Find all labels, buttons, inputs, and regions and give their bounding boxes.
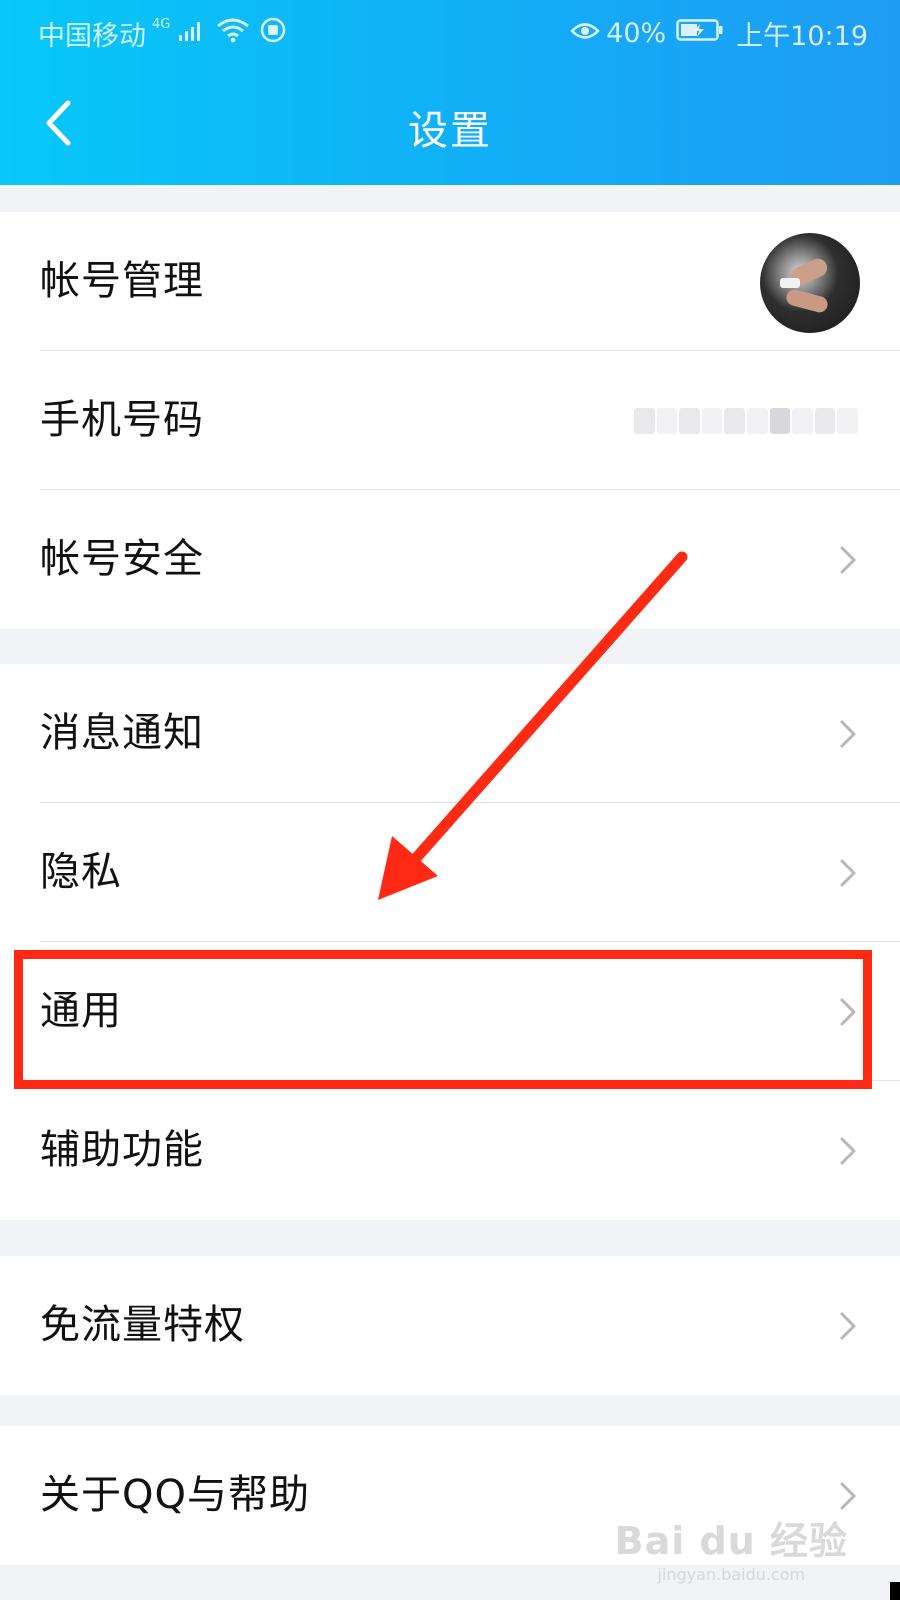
settings-item-account-management[interactable]: 帐号管理 bbox=[0, 212, 900, 351]
settings-item-label: 消息通知 bbox=[40, 710, 204, 756]
chevron-right-icon bbox=[840, 1137, 856, 1165]
chevron-right-icon bbox=[840, 1482, 856, 1510]
header: 中国移动 4G 40% 上午10:19 设置 bbox=[0, 0, 900, 185]
chevron-right-icon bbox=[840, 1312, 856, 1340]
chevron-right-icon bbox=[840, 859, 856, 887]
corner-mark bbox=[890, 1582, 900, 1600]
settings-item-accessibility[interactable]: 辅助功能 bbox=[0, 1081, 900, 1220]
settings-item-label: 关于QQ与帮助 bbox=[40, 1472, 310, 1518]
battery-percent: 40% bbox=[606, 18, 667, 49]
settings-item-label: 手机号码 bbox=[40, 397, 204, 443]
baidu-jingyan-watermark: Bai du 经验 jingyan.baidu.com bbox=[615, 1510, 848, 1584]
chevron-right-icon bbox=[840, 546, 856, 574]
clock: 上午10:19 bbox=[736, 21, 868, 52]
settings-item-message-notifications[interactable]: 消息通知 bbox=[0, 664, 900, 803]
navigation-bar: 设置 bbox=[0, 62, 900, 185]
avatar bbox=[760, 233, 860, 333]
settings-item-privacy[interactable]: 隐私 bbox=[0, 803, 900, 942]
network-type-label: 4G bbox=[152, 17, 171, 32]
settings-item-label: 隐私 bbox=[40, 849, 122, 895]
settings-item-label: 帐号管理 bbox=[40, 258, 204, 304]
signal-icon bbox=[178, 18, 204, 49]
data-privilege-group: 免流量特权 bbox=[0, 1256, 900, 1395]
notification-app-icon bbox=[260, 17, 286, 50]
chevron-right-icon bbox=[840, 998, 856, 1026]
settings-item-free-data-privilege[interactable]: 免流量特权 bbox=[0, 1256, 900, 1395]
eye-comfort-icon bbox=[570, 18, 600, 49]
settings-item-label: 帐号安全 bbox=[40, 536, 204, 582]
wifi-icon bbox=[216, 17, 250, 50]
carrier-label: 中国移动 bbox=[38, 21, 146, 52]
account-settings-group: 帐号管理 手机号码 帐号安全 bbox=[0, 212, 900, 629]
masked-phone-number bbox=[634, 408, 860, 434]
settings-item-phone-number[interactable]: 手机号码 bbox=[0, 351, 900, 490]
general-settings-group: 消息通知 隐私 通用 辅助功能 bbox=[0, 664, 900, 1220]
watermark-url: jingyan.baidu.com bbox=[657, 1565, 806, 1584]
watermark-logo: Bai du 经验 bbox=[614, 1519, 848, 1563]
settings-item-label: 通用 bbox=[40, 988, 122, 1034]
settings-item-label: 辅助功能 bbox=[40, 1127, 204, 1173]
page-title: 设置 bbox=[408, 108, 492, 154]
chevron-right-icon bbox=[840, 720, 856, 748]
settings-item-account-security[interactable]: 帐号安全 bbox=[0, 490, 900, 629]
status-bar: 中国移动 4G 40% 上午10:19 bbox=[0, 0, 900, 62]
settings-item-label: 免流量特权 bbox=[40, 1302, 245, 1348]
settings-item-general[interactable]: 通用 bbox=[0, 942, 900, 1081]
battery-icon bbox=[676, 18, 724, 49]
